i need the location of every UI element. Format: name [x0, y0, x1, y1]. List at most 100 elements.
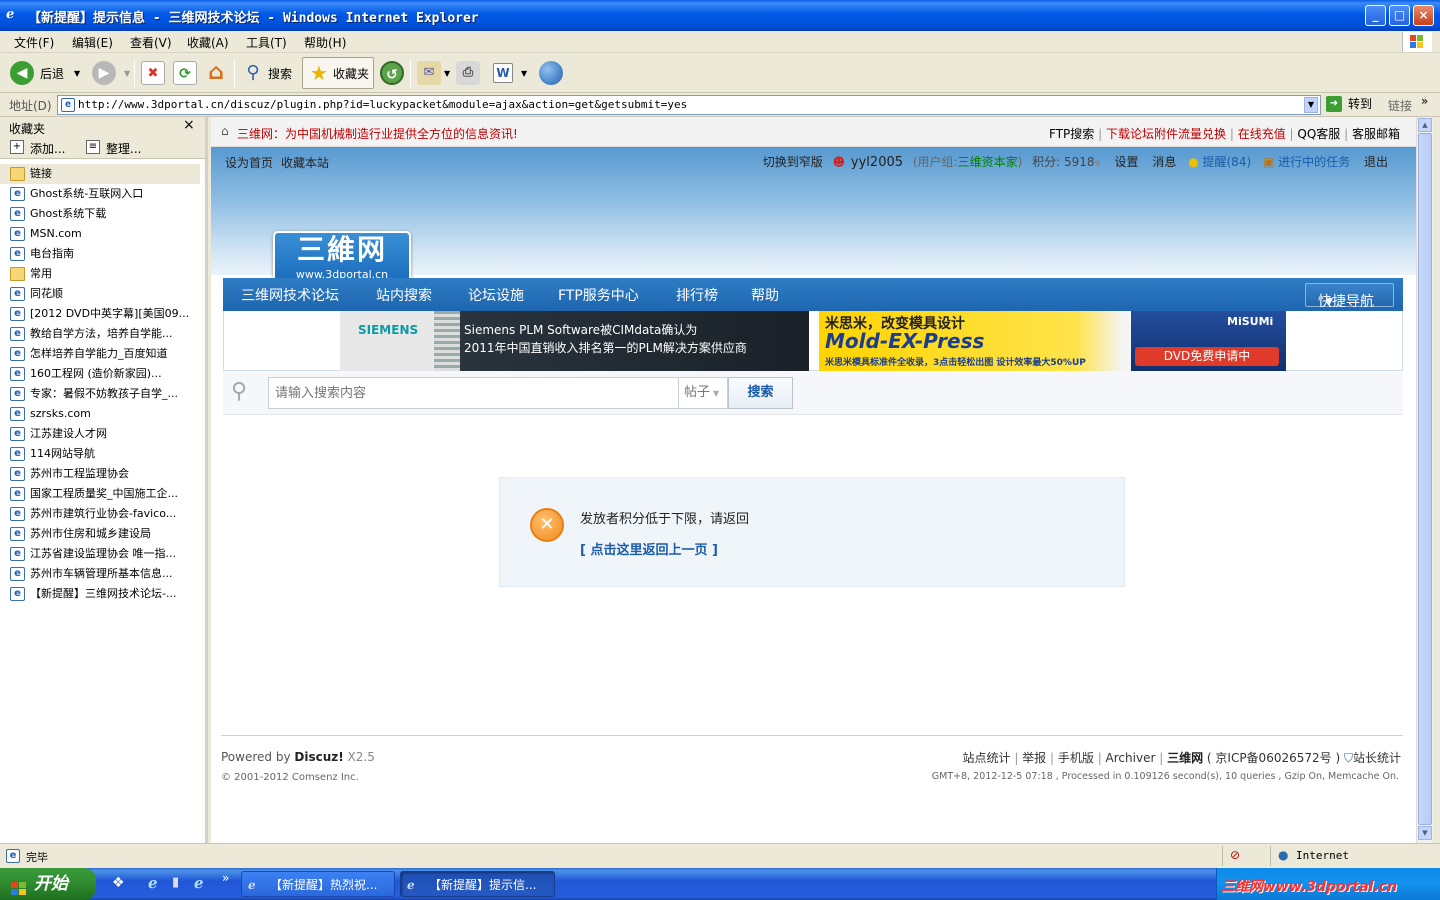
address-input[interactable]: e http://www.3dportal.cn/discuz/plugin.p… — [57, 95, 1321, 115]
favorites-item[interactable]: e 114网站导航 — [0, 444, 200, 464]
start-button[interactable]: 开始 — [0, 868, 96, 900]
report-link[interactable]: 举报 — [1022, 751, 1046, 765]
favorites-item[interactable]: e 怎样培养自学能力_百度知道 — [0, 344, 200, 364]
close-button[interactable]: × — [1413, 5, 1434, 26]
organize-favorites-button[interactable]: ≡ 整理... — [86, 140, 141, 157]
favorites-folder[interactable]: 链接 — [0, 164, 200, 184]
messenger-button[interactable] — [539, 57, 563, 89]
points-menu[interactable]: 积分: 5918 — [1032, 155, 1094, 169]
security-zone[interactable]: Internet — [1296, 849, 1349, 862]
favorites-close-button[interactable]: × — [183, 117, 195, 133]
maximize-button[interactable]: □ — [1389, 5, 1410, 26]
nav-ftp-center[interactable]: FTP服务中心 — [558, 285, 639, 305]
scroll-thumb[interactable] — [1418, 133, 1432, 825]
settings-link[interactable]: 设置 — [1115, 155, 1139, 169]
stop-button[interactable]: ✖ — [141, 57, 165, 89]
favorites-item[interactable]: e Ghost系统-互联网入口 — [0, 184, 200, 204]
site-stats-link[interactable]: 站点统计 — [962, 751, 1010, 765]
nav-forum[interactable]: 三维网技术论坛 — [241, 285, 339, 305]
favorites-item[interactable]: e 160工程网 (造价新家园)... — [0, 364, 200, 384]
menu-help[interactable]: 帮助(H) — [304, 34, 346, 51]
icp-link[interactable]: ( 京ICP备06026572号 ) — [1207, 751, 1340, 765]
favorites-item[interactable]: e 江苏建设人才网 — [0, 424, 200, 444]
misumi-ad[interactable]: 米思米，改变模具设计 Mold-EX-Press 米思米模具标准件全收录，3点击… — [819, 311, 1286, 371]
favorites-item[interactable]: e 电台指南 — [0, 244, 200, 264]
siemens-ad[interactable]: SIEMENS Siemens PLM Software被CIMdata确认为 … — [340, 311, 809, 371]
print-button[interactable]: ⎙ — [456, 57, 480, 89]
favorites-item[interactable]: e 苏州市住房和城乡建设局 — [0, 524, 200, 544]
favorites-item[interactable]: e 苏州市建筑行业协会-favico... — [0, 504, 200, 524]
tasks-link[interactable]: 进行中的任务 — [1278, 155, 1350, 169]
task-ie-window-2[interactable]: ℯ 【新提醒】提示信... — [400, 871, 555, 897]
forward-button[interactable]: ▶ ▼ — [92, 57, 130, 89]
mobile-link[interactable]: 手机版 — [1058, 751, 1094, 765]
favorites-item[interactable]: e 同花顺 — [0, 284, 200, 304]
links-label[interactable]: 链接 — [1388, 97, 1412, 114]
menu-edit[interactable]: 编辑(E) — [72, 34, 113, 51]
history-button[interactable]: ↺ — [380, 57, 404, 89]
quick-nav-button[interactable]: 快捷导航 ▼ — [1305, 283, 1394, 310]
recharge-link[interactable]: 在线充值 — [1238, 127, 1286, 141]
add-favorite-button[interactable]: + 添加... — [10, 140, 65, 157]
refresh-button[interactable]: ⟳ — [173, 57, 197, 89]
favorites-item[interactable]: e 教给自学方法，培养自学能... — [0, 324, 200, 344]
menu-file[interactable]: 文件(F) — [14, 34, 54, 51]
favorites-item[interactable]: e 江苏省建设监理协会 唯一指... — [0, 544, 200, 564]
go-back-link[interactable]: [ 点击这里返回上一页 ] — [580, 539, 718, 558]
window-title-bar[interactable]: ℯ 【新提醒】提示信息 - 三维网技术论坛 - Windows Internet… — [0, 0, 1440, 31]
scroll-up-icon[interactable]: ▲ — [1418, 118, 1432, 132]
address-dropdown-icon[interactable]: ▼ — [1304, 97, 1318, 113]
search-type-select[interactable]: 帖子 ▼ — [678, 377, 728, 409]
go-button[interactable]: ➜ 转到 — [1326, 95, 1372, 112]
vertical-scrollbar[interactable]: ▲ ▼ — [1416, 117, 1433, 843]
ftp-search-link[interactable]: FTP搜索 — [1049, 127, 1094, 141]
quicklaunch-ie2-icon[interactable]: ℯ — [194, 874, 204, 892]
site-search-input[interactable] — [268, 377, 678, 409]
menu-favorites[interactable]: 收藏(A) — [187, 34, 229, 51]
webmaster-stats-link[interactable]: 站长统计 — [1353, 751, 1401, 765]
archiver-link[interactable]: Archiver — [1106, 751, 1156, 765]
site-search-button[interactable]: 搜索 — [728, 377, 793, 409]
menu-view[interactable]: 查看(V) — [130, 34, 172, 51]
switch-width-link[interactable]: 切换到窄版 — [763, 155, 823, 169]
nav-help[interactable]: 帮助 — [751, 285, 779, 305]
favorites-item[interactable]: e [2012 DVD中英字幕][美国09... — [0, 304, 200, 324]
favorites-item[interactable]: e 国家工程质量奖_中国施工企... — [0, 484, 200, 504]
nav-facilities[interactable]: 论坛设施 — [468, 285, 524, 305]
quicklaunch-tool-icon[interactable]: ▮ — [172, 875, 179, 890]
user-group-link[interactable]: 三维资本家 — [958, 155, 1018, 169]
traffic-exchange-link[interactable]: 下载论坛附件流量兑换 — [1106, 127, 1226, 141]
favorites-item[interactable]: e szrsks.com — [0, 404, 200, 424]
home-small-icon[interactable]: ⌂ — [221, 124, 229, 138]
site-slogan[interactable]: 三维网：为中国机械制造行业提供全方位的信息资讯! — [237, 125, 518, 142]
site-name-link[interactable]: 三维网 — [1167, 751, 1203, 765]
back-button[interactable]: ◀ 后退 ▼ — [10, 57, 80, 89]
favorites-button[interactable]: ★ 收藏夹 — [302, 57, 375, 89]
minimize-button[interactable]: _ — [1365, 5, 1386, 26]
logout-link[interactable]: 退出 — [1364, 155, 1388, 169]
nav-site-search[interactable]: 站内搜索 — [376, 285, 432, 305]
discuz-link[interactable]: Discuz! — [294, 750, 343, 764]
set-homepage-link[interactable]: 设为首页 — [225, 154, 273, 171]
home-button[interactable]: ⌂ — [204, 57, 228, 89]
scroll-down-icon[interactable]: ▼ — [1418, 826, 1432, 840]
links-chevron-icon[interactable]: » — [1421, 94, 1428, 108]
quicklaunch-more-icon[interactable]: » — [222, 871, 229, 885]
quicklaunch-ie-icon[interactable]: ℯ — [148, 874, 158, 892]
favorites-item[interactable]: e 苏州市车辆管理所基本信息... — [0, 564, 200, 584]
username-link[interactable]: yyl2005 — [851, 155, 903, 170]
task-ie-window-1[interactable]: ℯ 【新提醒】热烈祝... — [241, 871, 395, 897]
service-email-link[interactable]: 客服邮箱 — [1352, 127, 1400, 141]
mail-button[interactable]: ✉ ▼ — [417, 57, 450, 89]
nav-ranking[interactable]: 排行榜 — [676, 285, 718, 305]
quicklaunch-app-icon[interactable]: ❖ — [112, 875, 125, 891]
back-dropdown-icon[interactable]: ▼ — [74, 69, 80, 78]
favorites-folder[interactable]: 常用 — [0, 264, 200, 284]
qq-service-link[interactable]: QQ客服 — [1297, 127, 1340, 141]
forward-dropdown-icon[interactable]: ▼ — [124, 69, 130, 78]
favorites-item[interactable]: e 【新提醒】三维网技术论坛-... — [0, 584, 200, 604]
reminders-link[interactable]: 提醒(84) — [1203, 155, 1252, 169]
search-button[interactable]: ⚲ 搜索 — [241, 57, 292, 89]
popup-blocked-icon[interactable]: ⊘ — [1230, 848, 1240, 862]
favorites-item[interactable]: e 专家：暑假不妨教孩子自学_... — [0, 384, 200, 404]
